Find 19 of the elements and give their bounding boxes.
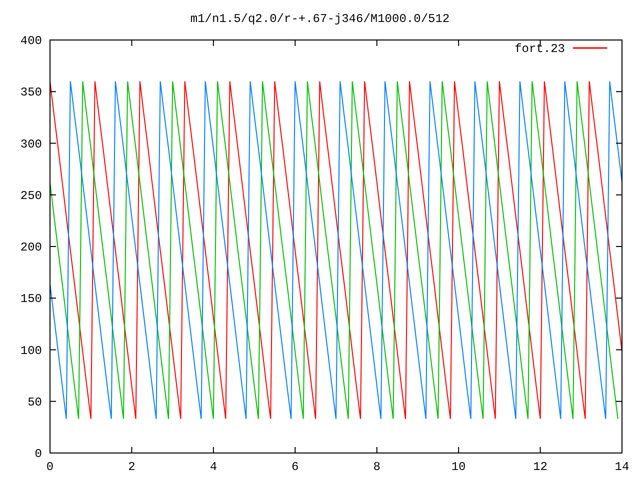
y-tick-label: 200 xyxy=(20,240,42,254)
x-tick-label: 10 xyxy=(451,460,466,474)
y-tick-label: 50 xyxy=(28,395,42,410)
y-tick-label: 250 xyxy=(20,188,42,203)
y-tick-label: 350 xyxy=(20,86,42,100)
x-tick-label: 4 xyxy=(210,460,218,474)
x-tick-label: 14 xyxy=(614,460,630,474)
x-tick-label: 12 xyxy=(533,460,548,474)
y-tick-label: 100 xyxy=(20,344,42,358)
x-tick-label: 2 xyxy=(128,460,136,474)
y-tick-label: 0 xyxy=(34,447,42,461)
chart-title: m1/n1.5/q2.0/r-+.67-j346/M1000.0/512 xyxy=(190,12,450,26)
y-tick-label: 150 xyxy=(20,292,42,306)
x-tick-label: 8 xyxy=(373,460,380,474)
x-tick-label: 0 xyxy=(46,460,54,474)
y-tick-label: 300 xyxy=(20,137,42,152)
y-tick-label: 400 xyxy=(20,34,42,48)
legend-label: fort.23 xyxy=(514,42,565,56)
x-tick-label: 6 xyxy=(292,460,299,474)
